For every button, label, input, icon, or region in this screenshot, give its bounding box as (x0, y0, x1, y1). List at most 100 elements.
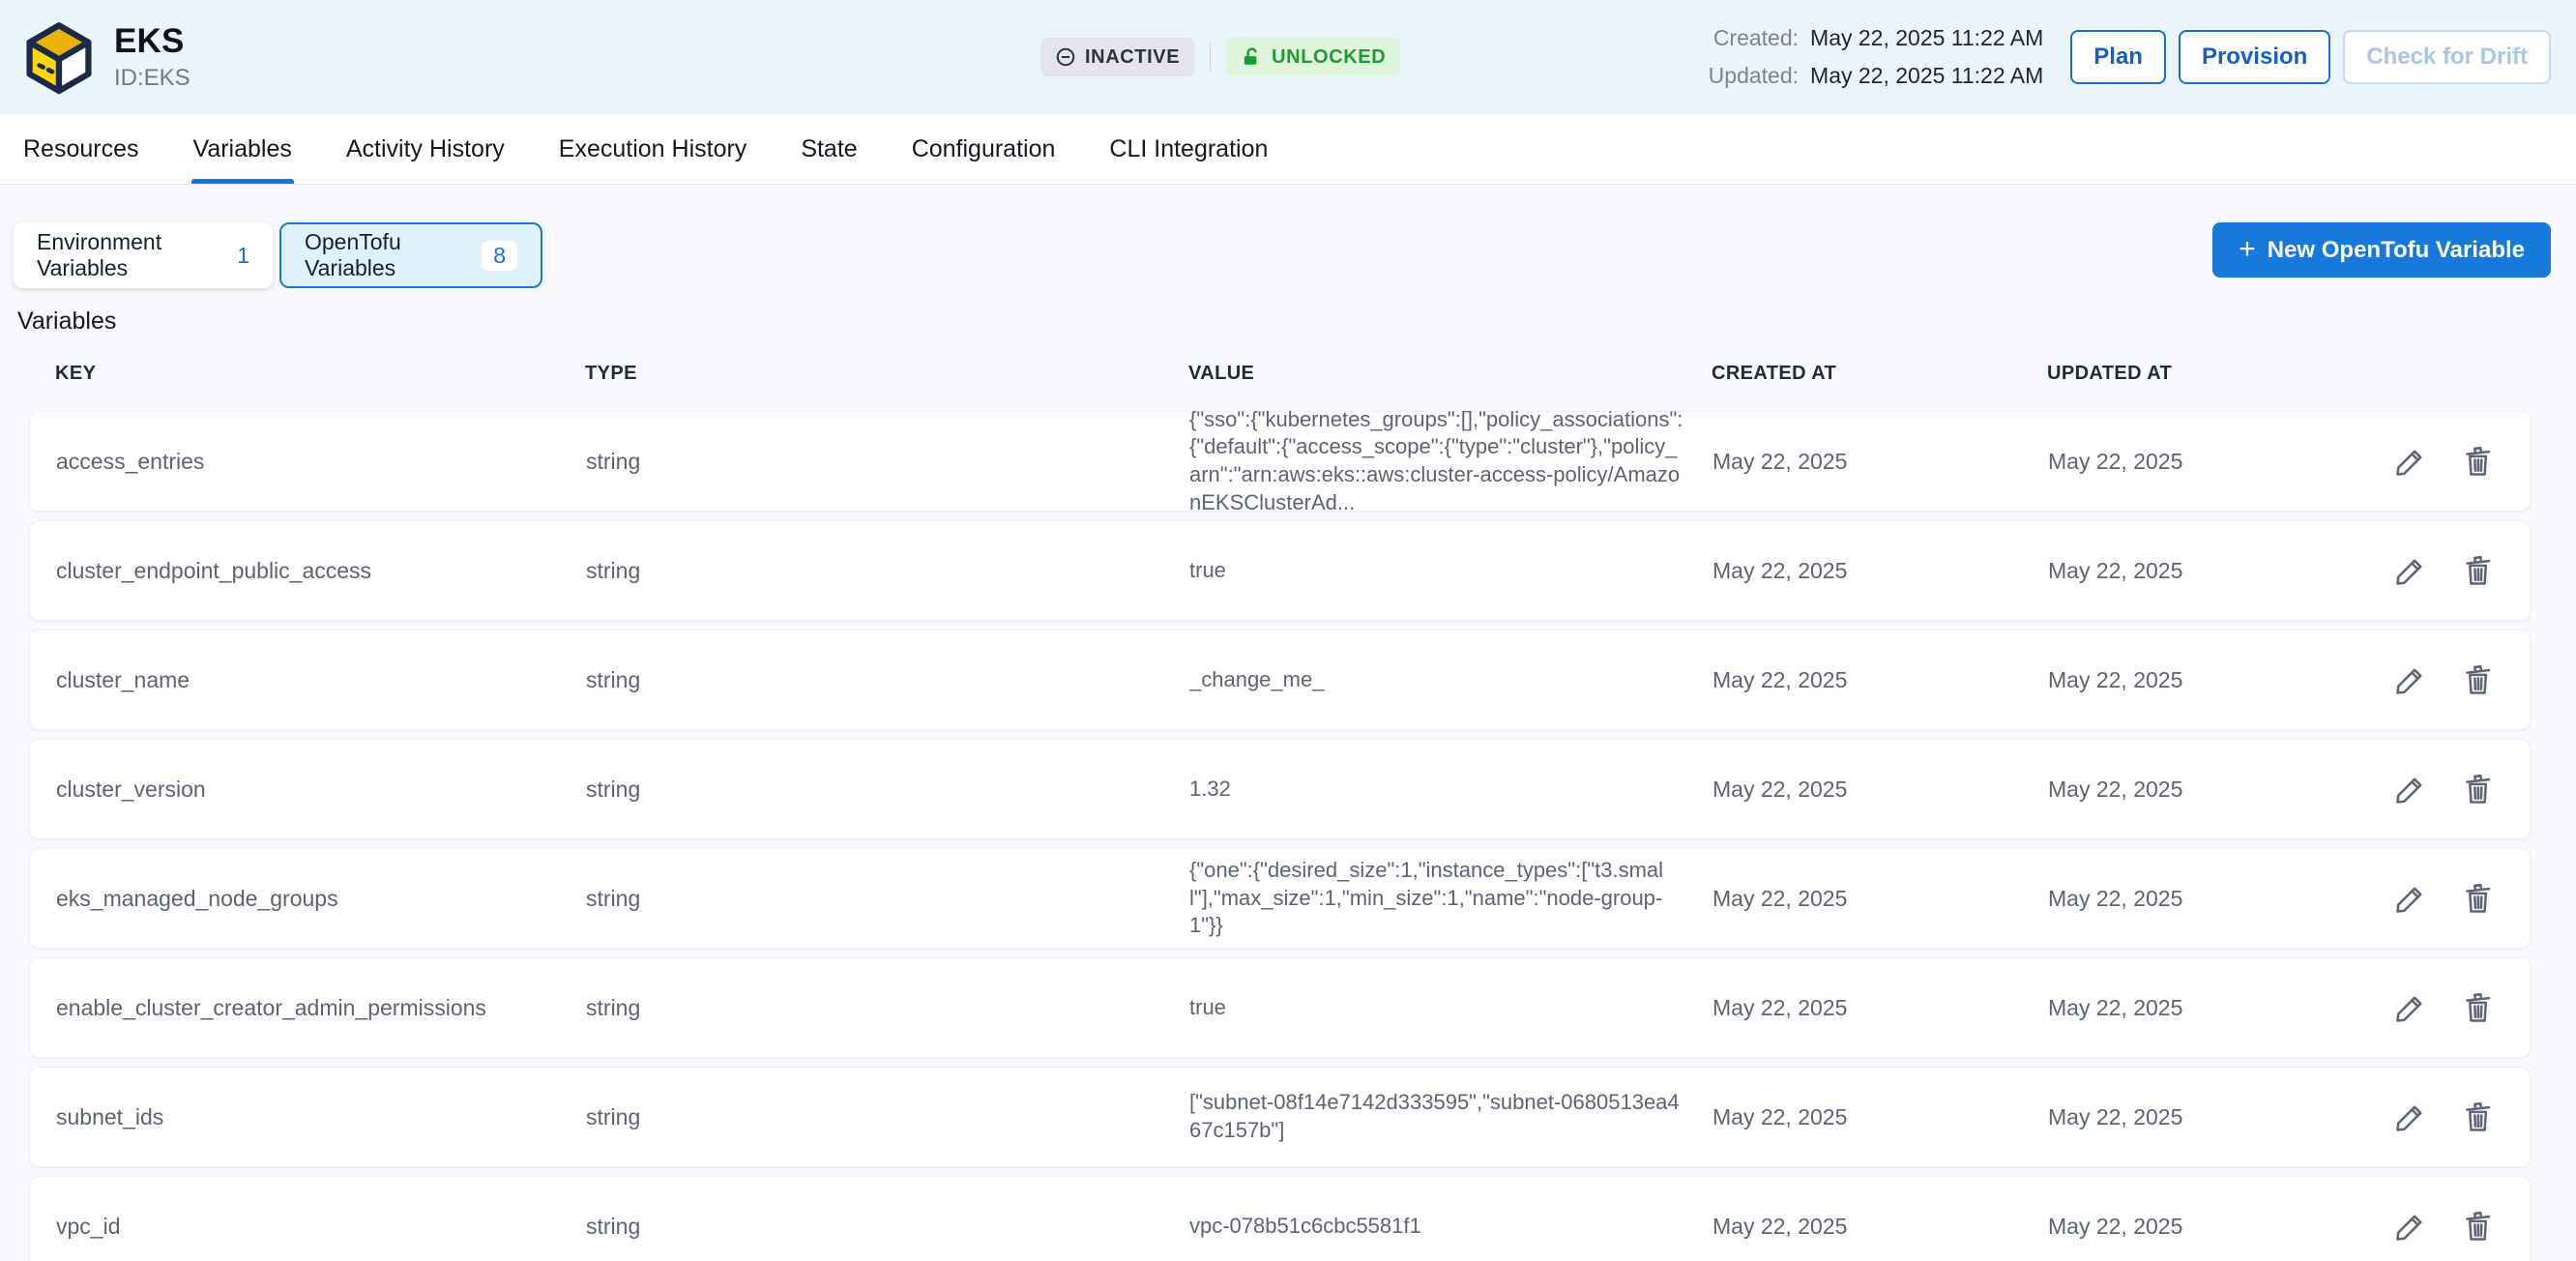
variable-updated-at: May 22, 2025 (2048, 886, 2338, 912)
variable-value: true (1189, 557, 1707, 585)
variable-key: cluster_version (56, 777, 586, 803)
environment-variables-count: 1 (237, 243, 249, 269)
page-subtitle: ID:EKS (114, 65, 190, 92)
tab-cli-integration[interactable]: CLI Integration (1109, 114, 1268, 184)
trash-icon (2461, 772, 2496, 806)
status-badges: INACTIVE UNLOCKED (1040, 0, 1400, 114)
variable-key: cluster_name (56, 667, 586, 693)
variable-value: vpc-078b51c6cbc5581f1 (1189, 1213, 1707, 1241)
pencil-icon (2393, 553, 2428, 588)
provision-button[interactable]: Provision (2179, 30, 2330, 84)
plus-icon: + (2239, 235, 2256, 264)
variable-created-at: May 22, 2025 (1712, 995, 2048, 1021)
edit-variable-button[interactable] (2392, 552, 2429, 589)
variable-created-at: May 22, 2025 (1712, 886, 2048, 912)
delete-variable-button[interactable] (2460, 1208, 2497, 1245)
delete-variable-button[interactable] (2460, 880, 2497, 917)
edit-variable-button[interactable] (2392, 1099, 2429, 1135)
environment-variables-tab[interactable]: Environment Variables 1 (14, 222, 273, 288)
minus-circle-icon (1055, 46, 1076, 68)
updated-label: Updated: (1698, 63, 1799, 89)
row-actions (2338, 552, 2530, 589)
table-row: eks_managed_node_groups string {"one":{"… (29, 848, 2531, 949)
header-right: Created: May 22, 2025 11:22 AM Updated: … (1698, 25, 2551, 89)
variable-updated-at: May 22, 2025 (2048, 1104, 2338, 1130)
edit-variable-button[interactable] (2392, 771, 2429, 807)
variable-value: ["subnet-08f14e7142d333595","subnet-0680… (1189, 1089, 1707, 1144)
trash-icon (2461, 881, 2496, 916)
plan-button[interactable]: Plan (2070, 30, 2166, 84)
variable-updated-at: May 22, 2025 (2048, 667, 2338, 693)
delete-variable-button[interactable] (2460, 1099, 2497, 1135)
delete-variable-button[interactable] (2460, 771, 2497, 807)
variable-updated-at: May 22, 2025 (2048, 449, 2338, 475)
table-row: cluster_version string 1.32 May 22, 2025… (29, 739, 2531, 839)
brand: EKS ID:EKS (21, 19, 190, 95)
created-row: Created: May 22, 2025 11:22 AM (1698, 25, 2043, 51)
row-actions (2338, 1208, 2530, 1245)
variable-created-at: May 22, 2025 (1712, 558, 2048, 584)
pencil-icon (2393, 990, 2428, 1025)
variable-type: string (586, 667, 1189, 693)
edit-variable-button[interactable] (2392, 1208, 2429, 1245)
variable-key: eks_managed_node_groups (56, 886, 586, 912)
variable-updated-at: May 22, 2025 (2048, 777, 2338, 803)
row-actions (2338, 661, 2530, 698)
pencil-icon (2393, 444, 2428, 479)
new-opentofu-variable-button[interactable]: + New OpenTofu Variable (2212, 222, 2551, 278)
column-header-key: KEY (55, 363, 585, 385)
table-row: access_entries string {"sso":{"kubernete… (29, 411, 2531, 512)
delete-variable-button[interactable] (2460, 552, 2497, 589)
variables-heading: Variables (17, 308, 2551, 336)
tab-resources[interactable]: Resources (23, 114, 139, 184)
delete-variable-button[interactable] (2460, 989, 2497, 1026)
title-block: EKS ID:EKS (114, 22, 190, 92)
column-header-updated-at: UPDATED AT (2047, 363, 2337, 385)
edit-variable-button[interactable] (2392, 880, 2429, 917)
opentofu-variables-tab[interactable]: OpenTofu Variables 8 (279, 222, 542, 288)
row-actions (2338, 1099, 2530, 1135)
trash-icon (2461, 990, 2496, 1025)
table-header-row: KEY TYPE VALUE CREATED AT UPDATED AT (29, 336, 2531, 411)
variable-value: 1.32 (1189, 776, 1707, 804)
pencil-icon (2393, 662, 2428, 697)
edit-variable-button[interactable] (2392, 661, 2429, 698)
column-header-type: TYPE (585, 363, 1188, 385)
tab-activity-history[interactable]: Activity History (346, 114, 505, 184)
variables-table: KEY TYPE VALUE CREATED AT UPDATED AT acc… (29, 336, 2531, 1261)
tab-configuration[interactable]: Configuration (912, 114, 1056, 184)
tab-execution-history[interactable]: Execution History (559, 114, 747, 184)
variable-key: enable_cluster_creator_admin_permissions (56, 995, 586, 1021)
tab-variables[interactable]: Variables (193, 114, 292, 184)
lock-badge-label: UNLOCKED (1272, 46, 1386, 69)
trash-icon (2461, 444, 2496, 479)
trash-icon (2461, 1100, 2496, 1134)
row-actions (2338, 989, 2530, 1026)
variable-updated-at: May 22, 2025 (2048, 558, 2338, 584)
trash-icon (2461, 1209, 2496, 1244)
check-for-drift-button[interactable]: Check for Drift (2343, 30, 2551, 84)
created-label: Created: (1698, 25, 1799, 51)
environment-variables-label: Environment Variables (37, 229, 237, 281)
edit-variable-button[interactable] (2392, 989, 2429, 1026)
variable-updated-at: May 22, 2025 (2048, 1214, 2338, 1240)
variable-type: string (586, 995, 1189, 1021)
timestamps: Created: May 22, 2025 11:22 AM Updated: … (1698, 25, 2043, 89)
tab-state[interactable]: State (801, 114, 857, 184)
pencil-icon (2393, 1100, 2428, 1134)
variable-key: subnet_ids (56, 1104, 586, 1130)
variable-value: {"one":{"desired_size":1,"instance_types… (1189, 857, 1707, 940)
variable-type: string (586, 1214, 1189, 1240)
variable-type: string (586, 558, 1189, 584)
edit-variable-button[interactable] (2392, 443, 2429, 480)
variable-updated-at: May 22, 2025 (2048, 995, 2338, 1021)
status-badge: INACTIVE (1040, 38, 1194, 76)
variable-type: string (586, 449, 1189, 475)
pencil-icon (2393, 1209, 2428, 1244)
delete-variable-button[interactable] (2460, 443, 2497, 480)
column-header-value: VALUE (1188, 363, 1712, 385)
table-row: cluster_endpoint_public_access string tr… (29, 520, 2531, 621)
delete-variable-button[interactable] (2460, 661, 2497, 698)
badge-divider (1210, 43, 1211, 72)
opentofu-variables-count: 8 (482, 241, 517, 271)
